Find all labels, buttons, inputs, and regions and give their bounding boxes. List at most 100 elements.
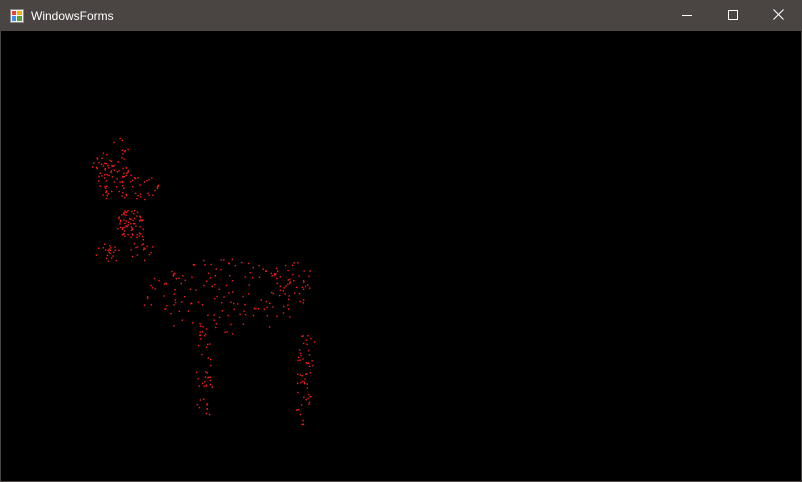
particle bbox=[207, 314, 209, 317]
particle bbox=[133, 242, 136, 245]
particle bbox=[271, 275, 273, 277]
maximize-icon bbox=[728, 7, 738, 25]
particle bbox=[163, 295, 165, 297]
particle bbox=[157, 184, 160, 187]
particle bbox=[210, 263, 212, 266]
particle bbox=[107, 260, 110, 262]
title-bar[interactable]: WindowsForms bbox=[1, 1, 801, 31]
particle bbox=[151, 177, 153, 179]
particle bbox=[118, 216, 120, 218]
particle bbox=[153, 277, 156, 280]
particle bbox=[104, 162, 106, 165]
particle bbox=[112, 255, 114, 257]
particle bbox=[127, 209, 129, 212]
particle bbox=[285, 285, 287, 287]
particle bbox=[121, 195, 123, 197]
particle bbox=[298, 409, 300, 411]
particle bbox=[308, 275, 310, 278]
particle bbox=[195, 371, 198, 374]
particle bbox=[242, 323, 245, 325]
particle bbox=[306, 383, 308, 385]
particle bbox=[110, 170, 113, 172]
particle bbox=[308, 365, 311, 367]
particle bbox=[108, 167, 110, 169]
particle bbox=[299, 300, 301, 303]
particle bbox=[117, 228, 119, 230]
particle bbox=[104, 177, 106, 179]
particle bbox=[209, 383, 212, 386]
particle bbox=[113, 251, 115, 253]
maximize-button[interactable] bbox=[710, 1, 756, 31]
particle bbox=[146, 245, 148, 248]
close-button[interactable] bbox=[755, 1, 801, 31]
particle bbox=[117, 161, 120, 163]
particle bbox=[141, 235, 144, 238]
particle bbox=[158, 280, 160, 282]
particle bbox=[127, 148, 129, 151]
particle bbox=[146, 297, 149, 300]
particle bbox=[266, 315, 268, 317]
particle bbox=[301, 380, 304, 383]
particle bbox=[101, 157, 103, 159]
particle bbox=[287, 269, 289, 272]
particle bbox=[282, 312, 285, 314]
particle bbox=[151, 287, 154, 289]
particle bbox=[288, 298, 290, 301]
particle bbox=[121, 181, 124, 184]
particle bbox=[130, 229, 133, 231]
particle bbox=[122, 176, 124, 178]
particle bbox=[124, 222, 126, 225]
particle bbox=[130, 223, 132, 225]
particle bbox=[313, 341, 316, 343]
particle bbox=[287, 283, 289, 285]
particle bbox=[121, 234, 124, 236]
particle bbox=[144, 198, 146, 201]
particle bbox=[192, 264, 195, 266]
particle bbox=[104, 186, 106, 188]
particle bbox=[308, 354, 311, 356]
particle bbox=[134, 217, 136, 220]
particle bbox=[138, 235, 141, 237]
particle bbox=[199, 331, 201, 333]
drawing-canvas[interactable] bbox=[1, 31, 801, 481]
particle bbox=[102, 247, 105, 249]
particle bbox=[312, 364, 314, 367]
particle bbox=[142, 243, 145, 245]
particle bbox=[142, 228, 144, 230]
particle bbox=[131, 255, 134, 258]
particle bbox=[166, 305, 168, 307]
particle bbox=[92, 166, 94, 168]
particle bbox=[110, 171, 112, 173]
particle bbox=[139, 226, 141, 228]
particle bbox=[119, 219, 122, 221]
particle bbox=[172, 274, 175, 276]
particle bbox=[121, 185, 124, 187]
particle bbox=[106, 185, 108, 187]
particle bbox=[205, 412, 207, 415]
particle bbox=[111, 190, 113, 193]
particle bbox=[121, 149, 124, 151]
particle bbox=[305, 399, 307, 401]
minimize-icon bbox=[682, 7, 692, 25]
particle bbox=[136, 236, 138, 238]
particle bbox=[223, 259, 225, 261]
particle bbox=[133, 213, 135, 215]
particle bbox=[276, 277, 278, 280]
particle bbox=[270, 272, 273, 275]
particle bbox=[125, 194, 128, 197]
particle bbox=[237, 303, 239, 305]
particle bbox=[220, 268, 222, 271]
particle bbox=[279, 276, 281, 278]
minimize-button[interactable] bbox=[664, 1, 710, 31]
particle bbox=[180, 282, 182, 285]
particle bbox=[297, 262, 299, 264]
particle bbox=[234, 265, 237, 267]
particle bbox=[131, 210, 133, 213]
particle bbox=[106, 173, 108, 176]
windows-forms-app-icon[interactable] bbox=[10, 9, 24, 23]
particle bbox=[144, 248, 146, 250]
particle bbox=[142, 219, 144, 221]
particle bbox=[109, 245, 111, 247]
particle bbox=[279, 289, 282, 291]
particle bbox=[306, 343, 308, 345]
